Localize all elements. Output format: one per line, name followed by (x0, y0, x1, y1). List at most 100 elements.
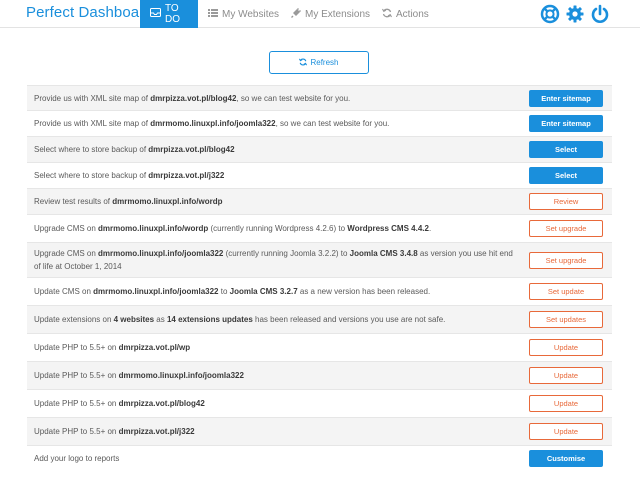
top-navbar: Perfect Dashboard TO DO My Websites My E… (0, 0, 640, 28)
task-highlight: dmrpizza.vot.pl/j322 (118, 427, 195, 436)
tab-label: My Websites (222, 8, 280, 20)
task-action-button[interactable]: Set updates (529, 311, 603, 328)
task-text: as a new version has been released. (297, 287, 431, 296)
task-text: Update PHP to 5.5+ on (34, 427, 119, 436)
task-description: Update PHP to 5.5+ on dmrmomo.linuxpl.in… (34, 369, 514, 382)
task-text: has been released and versions you use a… (252, 315, 446, 324)
task-highlight: dmrmomo.linuxpl.info/wordp (112, 197, 223, 206)
list-icon (208, 8, 218, 20)
task-row: Provide us with XML site map of dmrmomo.… (27, 110, 612, 136)
task-description: Add your logo to reports (34, 452, 514, 465)
task-row: Add your logo to reports Customise (27, 445, 612, 471)
task-highlight: Wordpress CMS 4.4.2 (347, 224, 429, 233)
task-highlight: Joomla CMS 3.4.8 (349, 249, 418, 258)
task-highlight: dmrmomo.linuxpl.info/joomla322 (93, 287, 219, 296)
task-highlight: dmrmomo.linuxpl.info/wordp (98, 224, 209, 233)
task-row: Provide us with XML site map of dmrpizza… (27, 85, 612, 110)
task-row: Update PHP to 5.5+ on dmrpizza.vot.pl/j3… (27, 417, 612, 445)
task-action-button[interactable]: Enter sitemap (529, 89, 603, 107)
task-action-button[interactable]: Review (529, 193, 603, 210)
task-text: to (218, 287, 230, 296)
task-description: Review test results of dmrmomo.linuxpl.i… (34, 195, 514, 208)
task-text: Review test results of (34, 197, 113, 206)
task-text: Provide us with XML site map of (34, 93, 151, 103)
task-description: Upgrade CMS on dmrmomo.linuxpl.info/word… (34, 222, 514, 235)
task-action-button[interactable]: Customise (529, 450, 603, 467)
tab-label: Actions (396, 8, 429, 20)
tab-my-extensions[interactable]: My Extensions (291, 0, 370, 28)
task-description: Update PHP to 5.5+ on dmrpizza.vot.pl/j3… (34, 425, 514, 438)
task-action-button[interactable]: Update (529, 395, 603, 412)
task-highlight: dmrpizza.vot.pl/blog42 (118, 399, 205, 408)
task-row: Review test results of dmrmomo.linuxpl.i… (27, 188, 612, 214)
task-description: Select where to store backup of dmrpizza… (34, 143, 514, 156)
task-highlight: dmrmomo.linuxpl.info/joomla322 (98, 249, 224, 258)
task-description: Update PHP to 5.5+ on dmrpizza.vot.pl/wp (34, 341, 514, 354)
task-highlight: Joomla CMS 3.2.7 (229, 287, 298, 296)
task-text: Upgrade CMS on (34, 224, 99, 233)
task-highlight: dmrpizza.vot.pl/j322 (148, 171, 225, 180)
power-icon[interactable] (590, 4, 610, 24)
task-text: Update CMS on (34, 287, 94, 296)
task-highlight: dmrmomo.linuxpl.info/joomla322 (118, 371, 244, 380)
refresh-button[interactable]: Refresh (269, 51, 369, 74)
task-text: Provide us with XML site map of (34, 119, 151, 128)
task-text: Select where to store backup of (34, 145, 149, 154)
task-action-button[interactable]: Set upgrade (529, 220, 603, 237)
task-highlight: 14 extensions updates (166, 315, 253, 324)
task-action-button[interactable]: Select (529, 167, 603, 184)
tab-my-websites[interactable]: My Websites (208, 0, 279, 28)
task-row: Update PHP to 5.5+ on dmrpizza.vot.pl/wp… (27, 333, 612, 361)
tab-label: My Extensions (305, 8, 371, 20)
task-text: . (428, 224, 432, 233)
task-row: Upgrade CMS on dmrmomo.linuxpl.info/word… (27, 214, 612, 242)
task-action-button[interactable]: Enter sitemap (529, 115, 603, 132)
refresh-label: Refresh (310, 58, 339, 67)
task-row: Select where to store backup of dmrpizza… (27, 136, 612, 162)
task-text: Update PHP to 5.5+ on (34, 399, 119, 408)
task-text: Select where to store backup of (34, 171, 149, 180)
task-action-button[interactable]: Update (529, 339, 603, 356)
task-description: Update CMS on dmrmomo.linuxpl.info/jooml… (34, 285, 514, 298)
sync-icon (299, 57, 308, 68)
task-text: Update PHP to 5.5+ on (34, 371, 119, 380)
task-description: Provide us with XML site map of dmrmomo.… (34, 117, 514, 130)
task-text: , so we can test website for you. (275, 119, 390, 128)
task-description: Update extensions on 4 websites as 14 ex… (34, 313, 514, 326)
task-row: Update extensions on 4 websites as 14 ex… (27, 305, 612, 333)
tab-todo[interactable]: TO DO (140, 0, 198, 28)
help-icon[interactable] (540, 4, 560, 24)
task-row: Update PHP to 5.5+ on dmrpizza.vot.pl/bl… (27, 389, 612, 417)
tab-label: TO DO (165, 3, 180, 25)
task-text: , so we can test website for you. (236, 93, 351, 103)
task-action-button[interactable]: Update (529, 367, 603, 384)
task-text: (currently running Joomla 3.2.2) to (223, 249, 350, 258)
task-text: Upgrade CMS on (34, 249, 99, 258)
task-text: Update PHP to 5.5+ on (34, 343, 119, 352)
task-description: Update PHP to 5.5+ on dmrpizza.vot.pl/bl… (34, 397, 514, 410)
task-text: Add your logo to reports (34, 454, 120, 463)
task-highlight: dmrmomo.linuxpl.info/joomla322 (150, 119, 276, 128)
task-description: Provide us with XML site map of dmrpizza… (34, 92, 514, 105)
task-description: Select where to store backup of dmrpizza… (34, 169, 514, 182)
inbox-icon (150, 8, 161, 20)
task-description: Upgrade CMS on dmrmomo.linuxpl.info/joom… (34, 247, 514, 273)
task-row: Upgrade CMS on dmrmomo.linuxpl.info/joom… (27, 242, 612, 277)
task-text: (currently running Wordpress 4.2.6) to (208, 224, 348, 233)
app-title[interactable]: Perfect Dashboard (26, 4, 153, 21)
gear-icon[interactable] (565, 4, 585, 24)
task-action-button[interactable]: Set update (529, 283, 603, 300)
plug-icon (291, 7, 301, 21)
task-action-button[interactable]: Update (529, 423, 603, 440)
sync-icon (382, 8, 392, 21)
task-highlight: dmrpizza.vot.pl/blog42 (148, 145, 235, 154)
task-action-button[interactable]: Set upgrade (529, 251, 603, 269)
task-highlight: dmrpizza.vot.pl/blog42 (150, 93, 237, 103)
task-row: Update PHP to 5.5+ on dmrmomo.linuxpl.in… (27, 361, 612, 389)
tab-actions[interactable]: Actions (382, 0, 429, 28)
task-row: Select where to store backup of dmrpizza… (27, 162, 612, 188)
task-highlight: dmrpizza.vot.pl/wp (118, 343, 191, 352)
task-highlight: 4 websites (113, 315, 155, 324)
task-text: as (154, 315, 167, 324)
task-action-button[interactable]: Select (529, 141, 603, 158)
